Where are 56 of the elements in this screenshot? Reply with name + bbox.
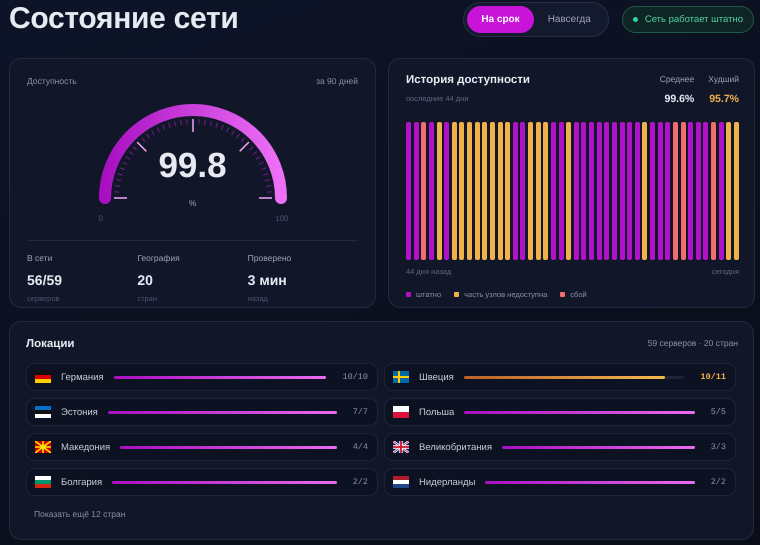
country-name: Швеция xyxy=(419,372,454,382)
location-row[interactable]: Швеция 10/11 xyxy=(384,363,736,391)
summary-value: 95.7% xyxy=(708,93,739,105)
period-label: за 90 дней xyxy=(316,76,358,86)
locations-summary: 59 серверов · 20 стран xyxy=(648,338,738,350)
stat-label: География xyxy=(137,253,181,263)
country-name: Нидерланды xyxy=(419,476,476,488)
summary-label: Среднее xyxy=(660,74,694,84)
stat-label: Проверено xyxy=(248,253,292,263)
location-row[interactable]: Болгария 2/2 xyxy=(26,468,378,496)
flag-icon xyxy=(393,406,409,418)
stat-value: 56/59 xyxy=(27,272,64,288)
flag-icon xyxy=(393,441,409,453)
country-name: Германия xyxy=(61,372,104,382)
server-count: 4/4 xyxy=(352,442,368,452)
flag-icon xyxy=(35,476,51,488)
flag-icon xyxy=(35,441,51,453)
show-more-link[interactable]: Показать ещё 12 стран xyxy=(34,509,126,519)
gauge-unit: % xyxy=(188,198,198,208)
server-count: 2/2 xyxy=(352,477,368,487)
server-count: 5/5 xyxy=(710,407,726,417)
page-title: Состояние сети xyxy=(9,2,240,36)
card-title: История доступности xyxy=(406,74,530,86)
stat-label: В сети xyxy=(27,253,54,263)
toggle-option[interactable]: Навсегда xyxy=(534,6,605,32)
server-count: 3/3 xyxy=(710,442,726,452)
location-row[interactable]: Германия 10/10 xyxy=(26,363,378,391)
server-count: 10/10 xyxy=(342,372,368,382)
flag-icon xyxy=(393,476,409,488)
country-name: Болгария xyxy=(61,476,102,488)
summary-value: 99.6% xyxy=(663,93,694,105)
flag-icon xyxy=(393,371,409,383)
gauge-max-label: 100 xyxy=(275,214,288,223)
server-count: 10/11 xyxy=(700,372,726,382)
flag-icon xyxy=(35,406,51,418)
gauge-min-label: 0 xyxy=(98,214,103,223)
server-count: 2/2 xyxy=(710,477,726,487)
card-title: Локации xyxy=(26,338,74,350)
location-row[interactable]: Македония 4/4 xyxy=(26,433,378,461)
status-label: Сеть работает штатно xyxy=(644,14,743,24)
card-label: Доступность xyxy=(27,76,77,86)
server-count: 7/7 xyxy=(352,407,368,417)
location-row[interactable]: Польша 5/5 xyxy=(384,398,736,426)
gauge-value: 99.8 xyxy=(157,146,228,186)
country-name: Великобритания xyxy=(419,442,492,452)
stat-value: 3 мин xyxy=(248,272,288,288)
location-row[interactable]: Эстония 7/7 xyxy=(26,398,378,426)
country-name: Македония xyxy=(61,442,110,452)
summary-label: Худший xyxy=(708,74,739,84)
location-row[interactable]: Великобритания 3/3 xyxy=(384,433,736,461)
toggle-option[interactable]: На срок xyxy=(467,6,534,32)
country-name: Эстония xyxy=(61,406,98,418)
flag-icon xyxy=(35,371,51,383)
location-row[interactable]: Нидерланды 2/2 xyxy=(384,468,736,496)
country-name: Польша xyxy=(419,406,454,418)
stat-value: 20 xyxy=(137,272,154,288)
